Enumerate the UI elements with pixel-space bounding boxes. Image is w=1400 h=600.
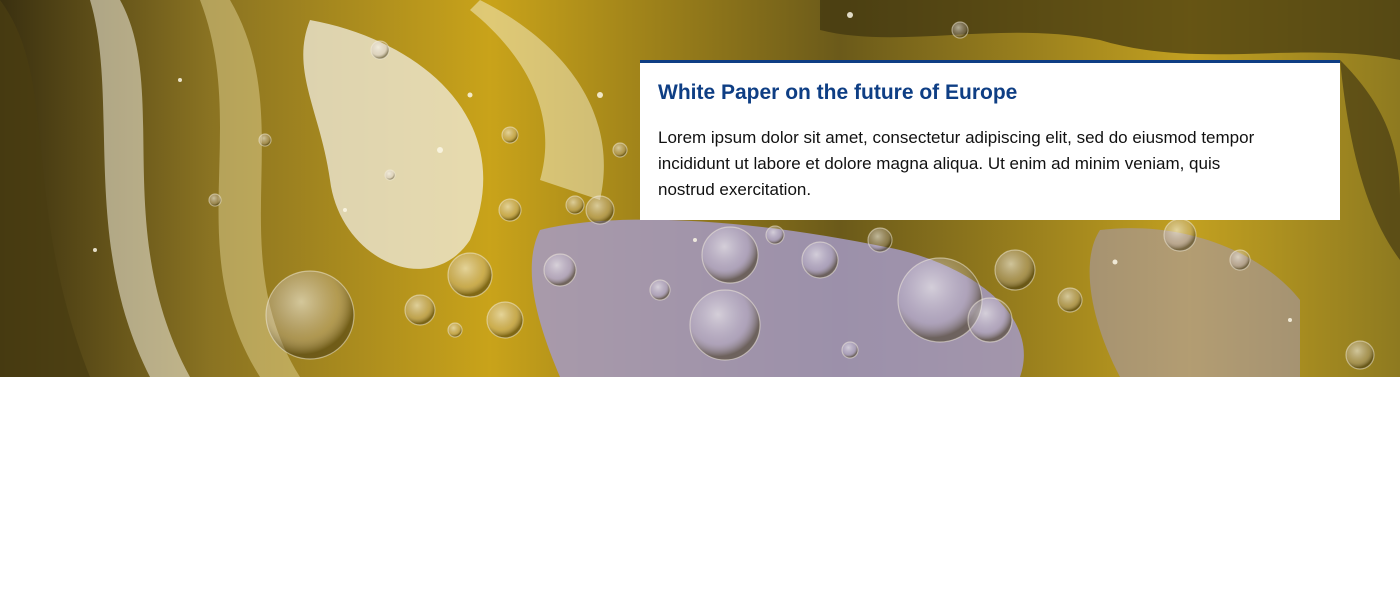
card-title[interactable]: White Paper on the future of Europe bbox=[658, 80, 1322, 106]
white-paper-card: White Paper on the future of Europe Lore… bbox=[640, 60, 1340, 220]
card-description: Lorem ipsum dolor sit amet, consectetur … bbox=[658, 128, 1255, 199]
page-body-area bbox=[0, 377, 1400, 600]
